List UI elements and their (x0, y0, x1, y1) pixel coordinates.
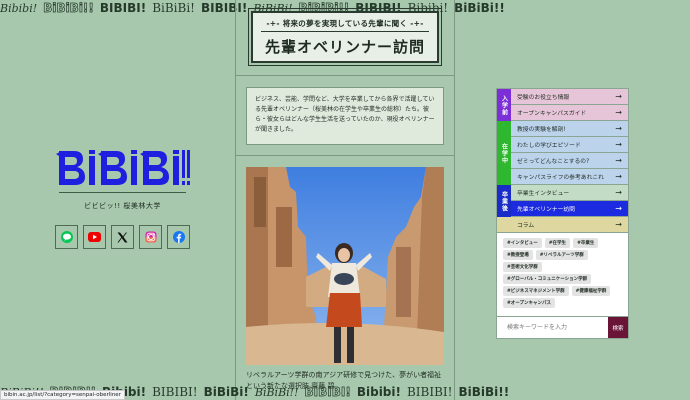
instagram-link[interactable] (139, 225, 162, 249)
logo-exclamation-icon (181, 150, 190, 185)
nav-group-label: 入学前 (497, 89, 511, 121)
search-bar: 検索 (497, 316, 628, 338)
tag-link[interactable]: #オープンキャンパス (503, 298, 555, 308)
tag-link[interactable]: #リベラルアーツ学群 (535, 250, 588, 260)
nav-item-label: キャンパスライフの参考あれこれ (517, 175, 604, 181)
arrow-right-icon: → (615, 171, 622, 181)
logo-letter-b-icon (97, 151, 127, 185)
nav-group: 在学中 教授の実験を解剖! → わたしの学びエピソード → ゼミってどんなことするの? → キ… (497, 121, 628, 185)
nav-item-label: 卒業生インタビュー (517, 191, 570, 197)
nav-item-label: わたしの学びエピソード (517, 143, 581, 149)
nav-item[interactable]: オープンキャンパスガイド → (511, 105, 628, 121)
search-button[interactable]: 検索 (608, 317, 628, 338)
marquee-word: BIBIBI! (406, 385, 453, 399)
marquee-word: Bibibi! (356, 385, 401, 399)
facebook-icon (172, 231, 185, 243)
logo-letter-b-icon (55, 151, 85, 185)
line-icon (60, 231, 73, 243)
nav-item-label: 教授の実験を解剖! (517, 127, 566, 133)
arrow-right-icon: → (615, 155, 622, 165)
nav-item-label: ゼミってどんなことするの? (517, 159, 590, 165)
nav-item-label: オープンキャンパスガイド (517, 111, 587, 117)
deco-plus-icon: -+- (410, 19, 424, 28)
intro-section: ビジネス、芸能、学問など、大学を卒業してから各界で活躍している先輩オベリンナー（… (236, 76, 454, 156)
arrow-right-icon: → (615, 139, 622, 149)
nav-item-label: コラム (517, 223, 535, 229)
tag-link[interactable]: #グローバル・コミュニケーション学群 (503, 274, 592, 284)
marquee-word: BIBIBI! (99, 1, 147, 15)
instagram-icon (145, 231, 156, 243)
x-link[interactable] (111, 225, 134, 249)
deco-plus-icon: -+- (266, 19, 280, 28)
category-nav: 入学前 受験のお役立ち情報 → オープンキャンパスガイド → 在学中 教授の実験を解剖! → わ… (496, 88, 629, 339)
brand-divider (59, 192, 186, 193)
nav-item-active[interactable]: 先輩オベリンナー訪問 → (511, 201, 628, 217)
intro-text: ビジネス、芸能、学問など、大学を卒業してから各界で活躍している先輩オベリンナー（… (246, 87, 444, 145)
tag-list: #インタビュー #在学生 #卒業生 #教授登場 #リベラルアーツ学群 #芸術文化学群 #グロ… (497, 233, 628, 310)
sns-links (55, 225, 190, 249)
nav-item[interactable]: わたしの学びエピソード → (511, 137, 628, 153)
marquee-word: BIBIBI! (152, 385, 198, 399)
logo-letter-i-icon (172, 150, 179, 185)
marquee-word: BIBIBI! (304, 385, 351, 400)
nav-group: 卒業後 卒業生インタビュー → 先輩オベリンナー訪問 → (497, 185, 628, 217)
status-bar-url: bibin.ac.jp/list/?category=senpai-oberli… (0, 390, 125, 400)
marquee-word: Bibibi! (0, 2, 38, 15)
marquee-word: BiBiBi! (203, 385, 249, 399)
title-plate: -+- 将来の夢を実現している先輩に聞く -+- 先輩オベリンナー訪問 (248, 8, 442, 66)
marquee-word: BiBiBi! (152, 1, 195, 15)
nav-groups: 入学前 受験のお役立ち情報 → オープンキャンパスガイド → 在学中 教授の実験を解剖! → わ… (497, 89, 628, 217)
logo-letter-i-icon (88, 150, 95, 185)
page-subtitle: -+- 将来の夢を実現している先輩に聞く -+- (261, 18, 429, 32)
arrow-right-icon: → (615, 107, 622, 117)
nav-item-column[interactable]: コラム → (497, 217, 628, 233)
nav-item[interactable]: 教授の実験を解剖! → (511, 121, 628, 137)
arrow-right-icon: → (615, 123, 622, 133)
article-photo[interactable] (246, 167, 444, 365)
search-input[interactable] (497, 317, 608, 338)
youtube-link[interactable] (83, 225, 106, 249)
page-title: 先輩オベリンナー訪問 (264, 38, 425, 56)
nav-item-label: 受験のお役立ち情報 (517, 95, 570, 101)
line-link[interactable] (55, 225, 78, 249)
tag-link[interactable]: #教授登場 (503, 250, 533, 260)
nav-item[interactable]: 卒業生インタビュー → (511, 185, 628, 201)
article-card[interactable]: リベラルアーツ学群の南アジア研修で見つけた、夢がい者福祉という新たな選択肢 齋藤… (236, 156, 454, 392)
tag-link[interactable]: #在学生 (544, 238, 571, 248)
nav-item[interactable]: ゼミってどんなことするの? → (511, 153, 628, 169)
page-subtitle-text: 将来の夢を実現している先輩に聞く (282, 19, 408, 28)
nav-item[interactable]: キャンパスライフの参考あれこれ → (511, 169, 628, 185)
tag-link[interactable]: #ビジネスマネジメント学群 (503, 286, 569, 296)
page-header: -+- 将来の夢を実現している先輩に聞く -+- 先輩オベリンナー訪問 (236, 0, 454, 76)
nav-group: 入学前 受験のお役立ち情報 → オープンキャンパスガイド → (497, 89, 628, 121)
arrow-right-icon: → (615, 187, 622, 197)
tag-link[interactable]: #インタビュー (503, 238, 542, 248)
marquee-word: BiBiBi!! (458, 385, 510, 399)
logo-letter-b-icon (139, 151, 169, 185)
youtube-icon (88, 232, 101, 242)
marquee-word: BiBiBi!! (43, 1, 94, 16)
arrow-right-icon: → (615, 203, 622, 213)
nav-group-label: 卒業後 (497, 185, 511, 217)
marquee-word: BiBiBi!! (454, 1, 505, 15)
nav-group-label: 在学中 (497, 121, 511, 185)
brand-name: ビビビッ!! 桜美林大学 (84, 202, 161, 210)
arrow-right-icon: → (615, 91, 622, 101)
nav-item-label: 先輩オベリンナー訪問 (517, 207, 575, 213)
logo-letter-i-icon (130, 150, 137, 185)
tag-link[interactable]: #卒業生 (573, 238, 599, 248)
nav-item[interactable]: 受験のお役立ち情報 → (511, 89, 628, 105)
tag-link[interactable]: #芸術文化学群 (503, 262, 542, 272)
arrow-right-icon: → (615, 219, 622, 229)
main-column: -+- 将来の夢を実現している先輩に聞く -+- 先輩オベリンナー訪問 ビジネス… (235, 0, 455, 400)
marquee-word: BiBiBi!! (254, 386, 299, 399)
facebook-link[interactable] (167, 225, 190, 249)
tag-link[interactable]: #健康福祉学群 (571, 286, 611, 296)
x-icon (117, 232, 128, 242)
brand-block: ビビビッ!! 桜美林大学 (55, 148, 190, 249)
bibibi-logo[interactable] (55, 148, 190, 186)
